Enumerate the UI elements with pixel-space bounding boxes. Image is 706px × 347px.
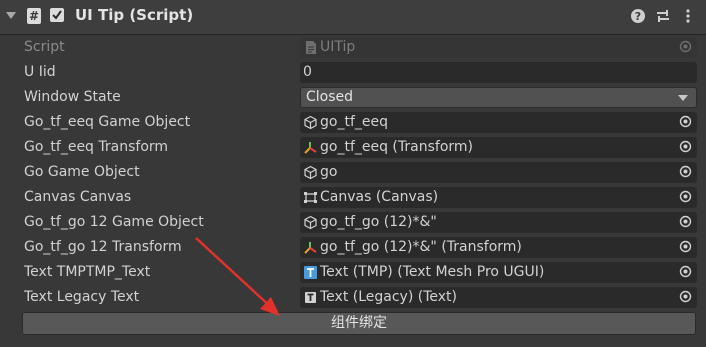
go-gameobject-field[interactable]: go xyxy=(300,162,697,183)
cube-icon xyxy=(304,165,317,180)
canvas-icon xyxy=(304,192,317,203)
cube-icon xyxy=(304,115,317,130)
object-picker-icon[interactable] xyxy=(679,240,692,253)
row-go-tf-go12-gameobject: Go_tf_go 12 Game Object go_tf_go (12)*&" xyxy=(0,211,706,235)
row-script: Script UITip xyxy=(0,36,706,60)
row-text-tmp: Text TMPTMP_Text Text (TMP) (Text Mesh P… xyxy=(0,261,706,285)
go-tf-eeq-transform-label: Go_tf_eeq Transform xyxy=(24,139,169,155)
row-ui-id: U Iid 0 xyxy=(0,61,706,85)
help-icon[interactable]: ? xyxy=(630,8,646,24)
canvas-field[interactable]: Canvas (Canvas) xyxy=(300,187,697,208)
object-picker-icon[interactable] xyxy=(679,265,692,278)
go-tf-eeq-transform-field[interactable]: go_tf_eeq (Transform) xyxy=(300,137,697,158)
go-tf-go12-transform-field[interactable]: go_tf_go (12)*&" (Transform) xyxy=(300,237,697,258)
canvas-label: Canvas Canvas xyxy=(24,189,132,205)
go-tf-go12-gameobject-field[interactable]: go_tf_go (12)*&" xyxy=(300,212,697,233)
preset-icon[interactable] xyxy=(655,8,671,24)
context-menu-icon[interactable] xyxy=(680,8,696,24)
go-tf-eeq-gameobject-value: go_tf_eeq xyxy=(320,114,388,130)
go-tf-eeq-gameobject-field[interactable]: go_tf_eeq xyxy=(300,112,697,133)
text-tmp-label: Text TMPTMP_Text xyxy=(24,264,151,280)
script-field: UITip xyxy=(300,37,697,58)
row-go-tf-eeq-gameobject: Go_tf_eeq Game Object go_tf_eeq xyxy=(0,111,706,135)
go-tf-eeq-gameobject-label: Go_tf_eeq Game Object xyxy=(24,114,191,130)
transform-axes-icon xyxy=(304,142,317,154)
go-tf-go12-gameobject-label: Go_tf_go 12 Game Object xyxy=(24,214,204,230)
text-legacy-field[interactable]: Text (Legacy) (Text) xyxy=(300,287,697,308)
text-tmp-field[interactable]: Text (TMP) (Text Mesh Pro UGUI) xyxy=(300,262,697,283)
object-picker-icon xyxy=(679,40,692,53)
svg-text:?: ? xyxy=(635,10,641,23)
tmp-text-icon xyxy=(304,266,317,279)
window-state-dropdown[interactable]: Closed xyxy=(300,87,697,108)
component-bind-button[interactable]: 组件绑定 xyxy=(22,312,696,335)
object-picker-icon[interactable] xyxy=(679,140,692,153)
go-gameobject-value: go xyxy=(320,164,338,180)
canvas-value: Canvas (Canvas) xyxy=(320,189,439,205)
row-go-gameobject: Go Game Object go xyxy=(0,161,706,185)
go-gameobject-label: Go Game Object xyxy=(24,164,140,180)
go-tf-eeq-transform-value: go_tf_eeq (Transform) xyxy=(320,139,473,155)
transform-axes-icon xyxy=(304,242,317,254)
go-tf-go12-gameobject-value: go_tf_go (12)*&" xyxy=(320,214,437,230)
script-file-icon xyxy=(306,41,316,54)
ui-id-label: U Iid xyxy=(24,64,56,80)
object-picker-icon[interactable] xyxy=(679,215,692,228)
foldout-arrow-icon[interactable] xyxy=(6,12,16,19)
go-tf-go12-transform-value: go_tf_go (12)*&" (Transform) xyxy=(320,239,522,255)
window-state-value: Closed xyxy=(306,89,354,105)
script-value: UITip xyxy=(320,39,356,55)
object-picker-icon[interactable] xyxy=(679,190,692,203)
ui-id-input[interactable]: 0 xyxy=(300,62,697,83)
script-label: Script xyxy=(24,39,65,55)
go-tf-go12-transform-label: Go_tf_go 12 Transform xyxy=(24,239,182,255)
cube-icon xyxy=(304,215,317,230)
component-title: UI Tip (Script) xyxy=(75,6,194,24)
row-go-tf-go12-transform: Go_tf_go 12 Transform go_tf_go (12)*&" (… xyxy=(0,236,706,260)
ui-id-value: 0 xyxy=(303,64,312,80)
enable-checkbox[interactable] xyxy=(50,8,64,22)
row-go-tf-eeq-transform: Go_tf_eeq Transform go_tf_eeq (Transform… xyxy=(0,136,706,160)
row-window-state: Window State Closed xyxy=(0,86,706,110)
object-picker-icon[interactable] xyxy=(679,165,692,178)
row-text-legacy: Text Legacy Text Text (Legacy) (Text) xyxy=(0,286,706,310)
csharp-script-icon: # xyxy=(27,8,41,24)
object-picker-icon[interactable] xyxy=(679,290,692,303)
chevron-down-icon xyxy=(678,95,688,101)
window-state-label: Window State xyxy=(24,89,121,105)
object-picker-icon[interactable] xyxy=(679,115,692,128)
text-legacy-value: Text (Legacy) (Text) xyxy=(320,289,457,305)
text-icon xyxy=(305,292,316,303)
text-legacy-label: Text Legacy Text xyxy=(24,289,140,305)
row-canvas: Canvas Canvas Canvas (Canvas) xyxy=(0,186,706,210)
text-tmp-value: Text (TMP) (Text Mesh Pro UGUI) xyxy=(320,264,545,280)
component-header[interactable]: # UI Tip (Script) ? xyxy=(0,0,706,35)
